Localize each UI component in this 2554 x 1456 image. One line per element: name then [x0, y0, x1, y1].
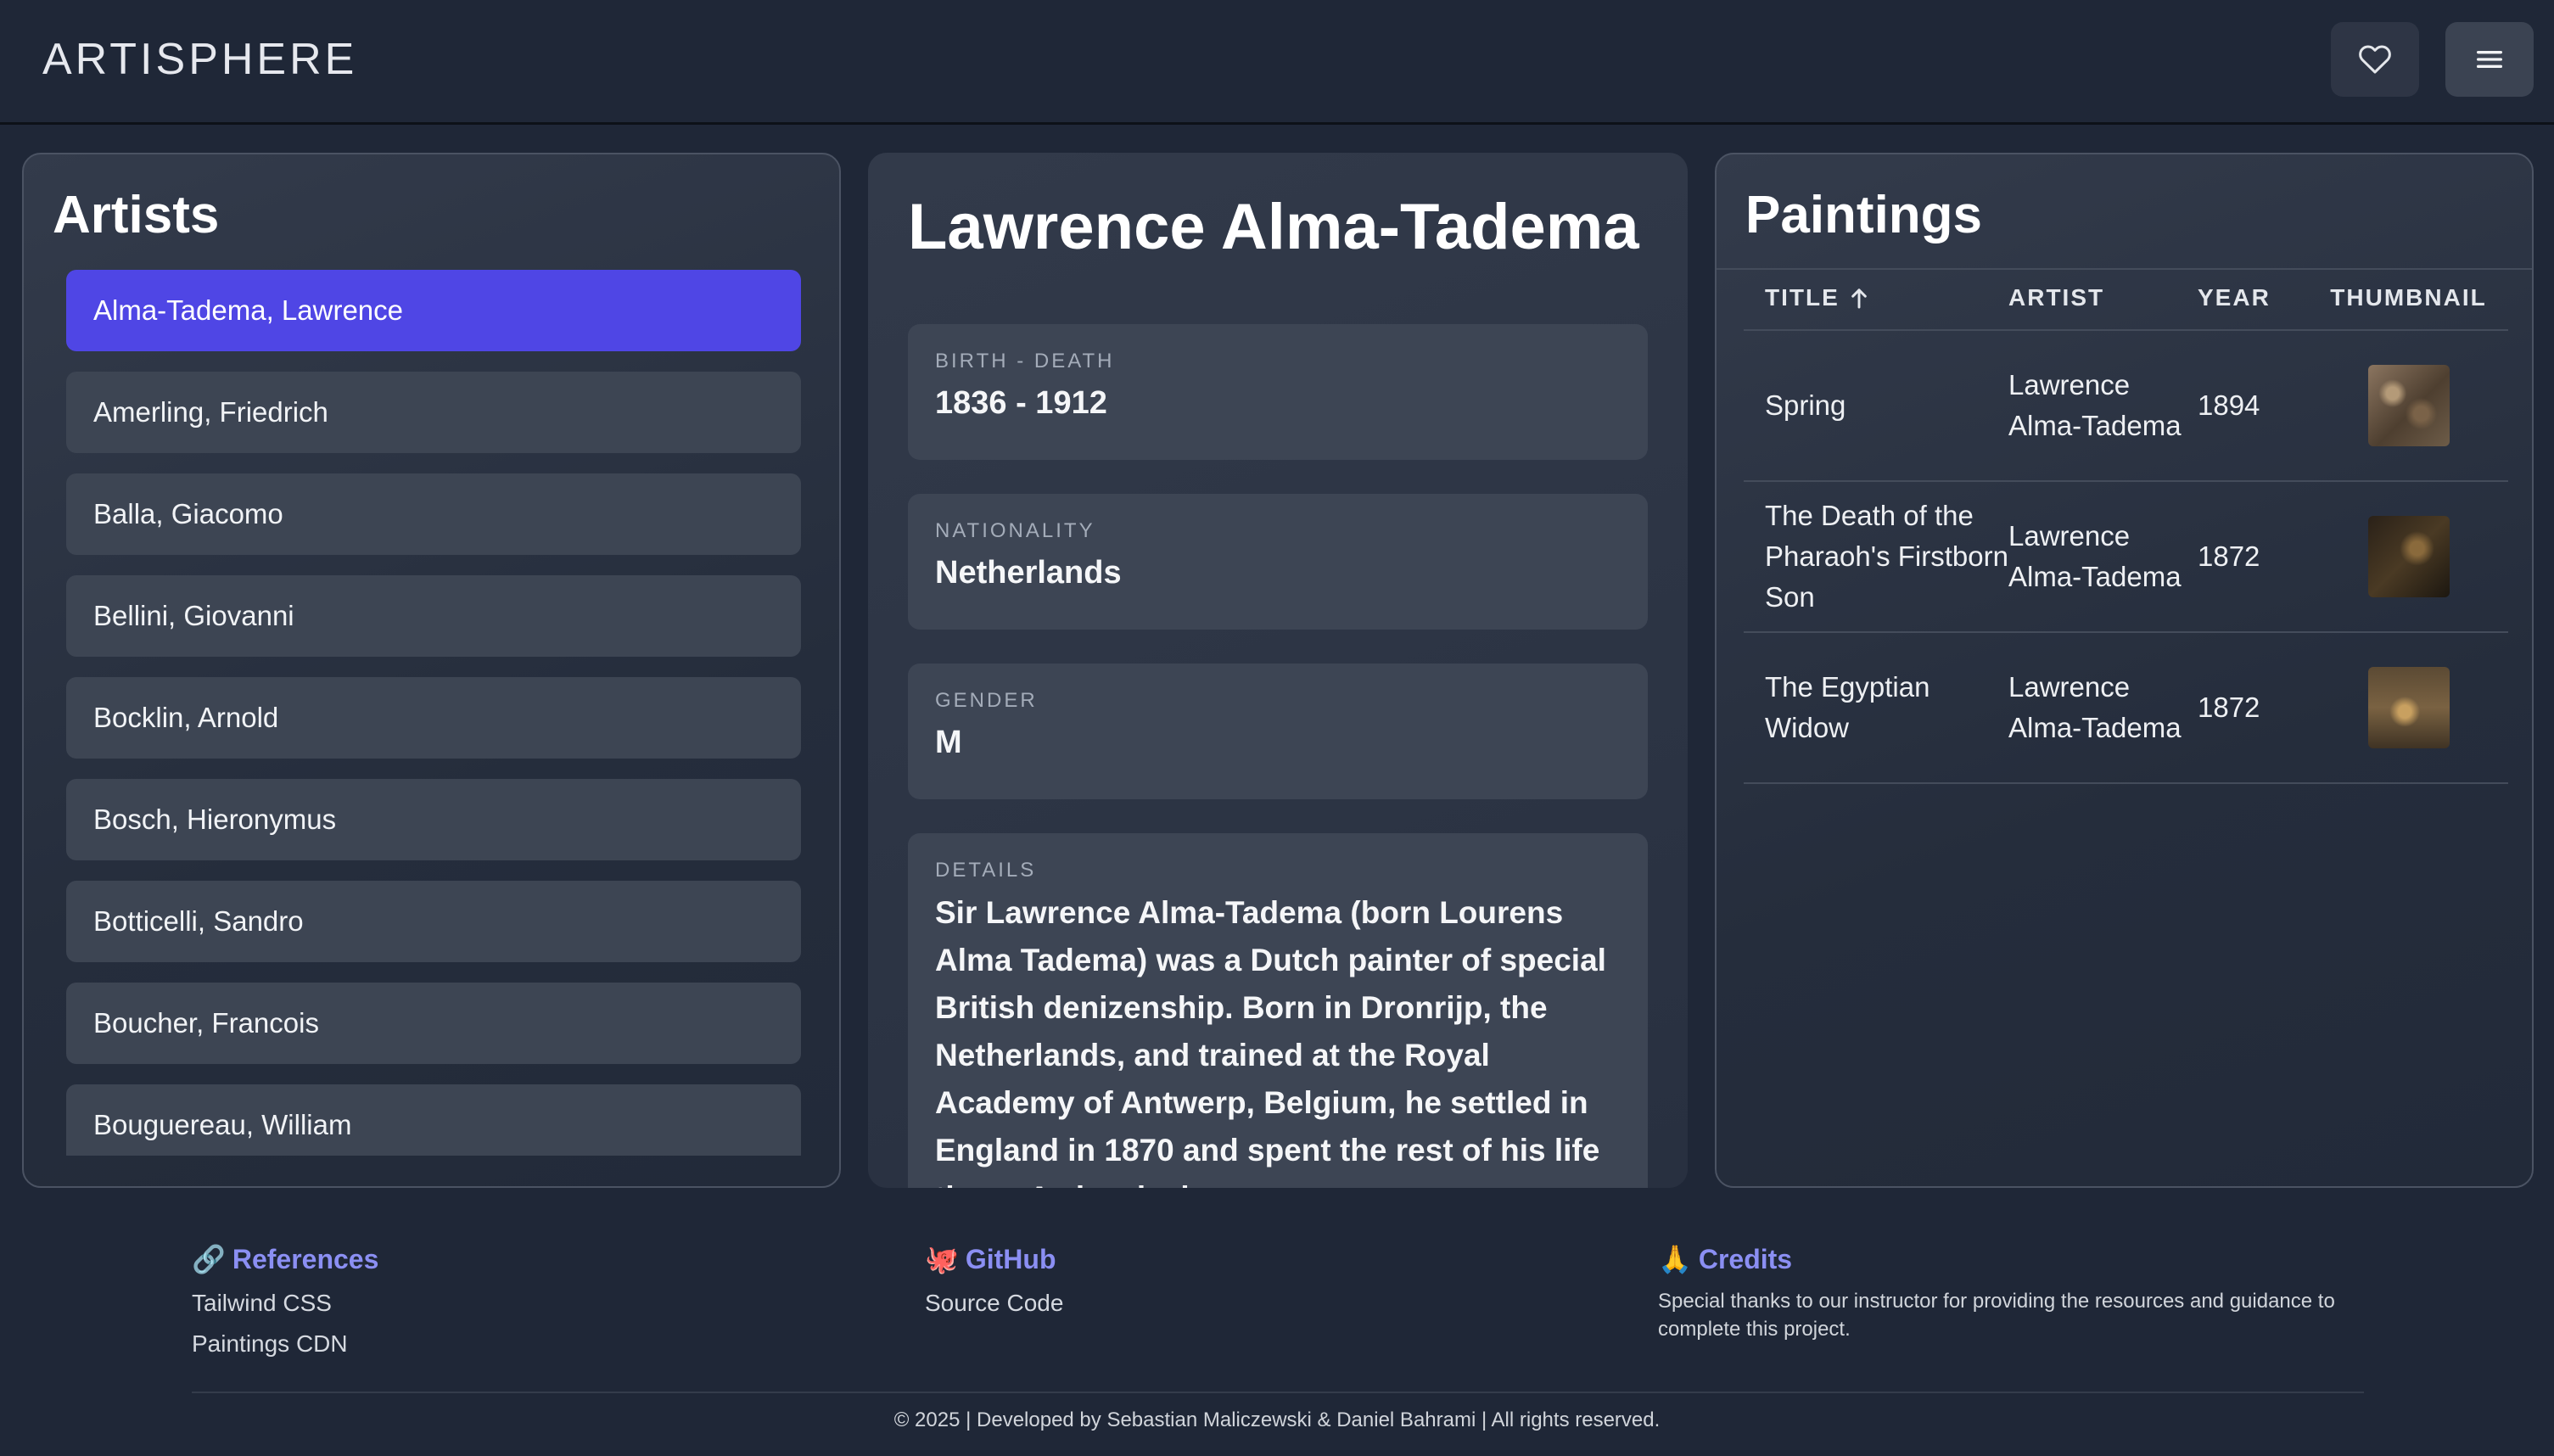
footer-github: 🐙 GitHub Source Code — [925, 1243, 1063, 1316]
source-code-link[interactable]: Source Code — [925, 1291, 1063, 1316]
artist-name-heading: Lawrence Alma-Tadema — [908, 191, 1639, 263]
painting-title-cell: The Death of the Pharaoh's Firstborn Son — [1765, 500, 2008, 613]
footer-credits: 🙏 Credits Special thanks to our instruct… — [1658, 1243, 2405, 1343]
gender-label: GENDER — [935, 689, 1038, 712]
table-row[interactable]: The Death of the Pharaoh's Firstborn Son… — [1744, 482, 2508, 633]
hamburger-menu-icon — [2477, 51, 2502, 69]
arrow-up-icon — [1851, 288, 1867, 309]
details-label: DETAILS — [935, 859, 1037, 882]
thumbnail-cell — [2309, 667, 2508, 748]
table-header: TITLE ARTIST YEAR THUMBNAIL — [1744, 266, 2508, 331]
birth-death-label: BIRTH - DEATH — [935, 350, 1115, 372]
painting-title-cell: The Egyptian Widow — [1765, 671, 1930, 743]
copyright-text: © 2025 | Developed by Sebastian Maliczew… — [893, 1408, 1661, 1431]
tailwind-css-link[interactable]: Tailwind CSS — [192, 1291, 378, 1316]
praying-hands-icon: 🙏 — [1658, 1244, 1692, 1274]
artist-list-item[interactable]: Alma-Tadema, Lawrence — [66, 270, 801, 351]
heart-icon — [2359, 45, 2391, 74]
painting-artist-cell: Lawrence Alma-Tadema — [2008, 520, 2182, 592]
artists-panel-title: Artists — [53, 186, 220, 244]
details-text: Sir Lawrence Alma-Tadema (born Lourens A… — [935, 895, 1606, 1188]
column-artist-header[interactable]: ARTIST — [2008, 284, 2198, 311]
artist-list-item[interactable]: Bosch, Hieronymus — [66, 779, 801, 860]
artist-list-item[interactable]: Botticelli, Sandro — [66, 881, 801, 962]
credits-text: Special thanks to our instructor for pro… — [1658, 1290, 2335, 1341]
artist-list-item[interactable]: Bocklin, Arnold — [66, 677, 801, 759]
app-logo[interactable]: ARTISPHERE — [42, 34, 357, 85]
link-icon: 🔗 — [192, 1244, 226, 1274]
menu-button[interactable] — [2445, 22, 2534, 97]
birth-death-card: BIRTH - DEATH 1836 - 1912 — [908, 324, 1648, 460]
paintings-table: TITLE ARTIST YEAR THUMBNAIL Spring Lawre… — [1744, 266, 2508, 784]
artist-list-item[interactable]: Bouguereau, William — [66, 1084, 801, 1156]
artist-detail-panel: Lawrence Alma-Tadema BIRTH - DEATH 1836 … — [868, 153, 1688, 1188]
artist-list-item[interactable]: Bellini, Giovanni — [66, 575, 801, 657]
footer-references: 🔗 References Tailwind CSS Paintings CDN — [192, 1243, 378, 1357]
details-card[interactable]: DETAILS Sir Lawrence Alma-Tadema (born L… — [908, 833, 1648, 1188]
references-heading-label: References — [232, 1243, 379, 1274]
nationality-value: Netherlands — [935, 555, 1122, 591]
artist-list[interactable]: Alma-Tadema, Lawrence Amerling, Friedric… — [66, 270, 801, 1156]
painting-artist-cell: Lawrence Alma-Tadema — [2008, 369, 2182, 441]
table-row[interactable]: Spring Lawrence Alma-Tadema 1894 — [1744, 331, 2508, 482]
thumbnail-cell — [2309, 365, 2508, 446]
nationality-card: NATIONALITY Netherlands — [908, 494, 1648, 630]
paintings-panel: Paintings TITLE ARTIST YEAR THUMBNAIL Sp… — [1715, 153, 2534, 1188]
painting-thumbnail[interactable] — [2367, 365, 2450, 446]
painting-thumbnail[interactable] — [2367, 667, 2450, 748]
painting-year-cell: 1872 — [2198, 540, 2260, 572]
paintings-cdn-link[interactable]: Paintings CDN — [192, 1331, 378, 1357]
painting-thumbnail[interactable] — [2367, 516, 2450, 597]
octopus-icon: 🐙 — [925, 1244, 959, 1274]
artist-list-item[interactable]: Balla, Giacomo — [66, 473, 801, 555]
painting-year-cell: 1872 — [2198, 692, 2260, 723]
github-heading-label: GitHub — [965, 1243, 1056, 1274]
table-row[interactable]: The Egyptian Widow Lawrence Alma-Tadema … — [1744, 633, 2508, 784]
references-heading: 🔗 References — [192, 1243, 378, 1275]
credits-heading: 🙏 Credits — [1658, 1243, 2405, 1275]
artist-list-item[interactable]: Boucher, Francois — [66, 983, 801, 1064]
sort-by-title-header[interactable]: TITLE — [1744, 284, 2008, 311]
gender-value: M — [935, 725, 962, 760]
painting-year-cell: 1894 — [2198, 389, 2260, 421]
favorites-button[interactable] — [2331, 22, 2419, 97]
birth-death-value: 1836 - 1912 — [935, 385, 1107, 421]
footer-divider — [192, 1392, 2364, 1393]
painting-title-cell: Spring — [1765, 389, 1846, 421]
column-year-header[interactable]: YEAR — [2198, 284, 2309, 311]
column-title-label: TITLE — [1765, 284, 1840, 311]
top-navbar: ARTISPHERE — [0, 0, 2554, 125]
nationality-label: NATIONALITY — [935, 519, 1095, 542]
column-thumbnail-header: THUMBNAIL — [2330, 284, 2487, 311]
thumbnail-cell — [2309, 516, 2508, 597]
gender-card: GENDER M — [908, 664, 1648, 799]
github-heading: 🐙 GitHub — [925, 1243, 1063, 1275]
painting-artist-cell: Lawrence Alma-Tadema — [2008, 671, 2182, 743]
artist-list-item[interactable]: Amerling, Friedrich — [66, 372, 801, 453]
credits-heading-label: Credits — [1698, 1243, 1793, 1274]
paintings-panel-title: Paintings — [1745, 186, 1983, 244]
artists-panel: Artists Alma-Tadema, Lawrence Amerling, … — [22, 153, 841, 1188]
